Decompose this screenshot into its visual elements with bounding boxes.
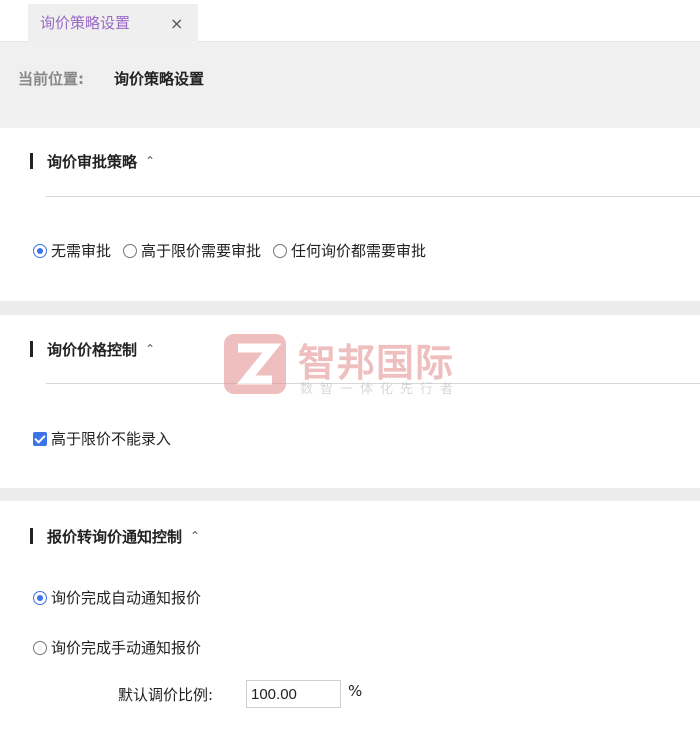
- radio-manual-notify-label[interactable]: 询价完成手动通知报价: [51, 637, 201, 658]
- section-header[interactable]: 询价审批策略 ⌃: [30, 150, 155, 172]
- checkbox-above-limit-block[interactable]: [33, 431, 47, 446]
- radio-auto-notify-label[interactable]: 询价完成自动通知报价: [51, 587, 201, 608]
- default-ratio-label: 默认调价比例:: [118, 686, 214, 704]
- radio-above-limit-approval[interactable]: [123, 243, 138, 258]
- section-marker: [30, 341, 33, 357]
- breadcrumb-prefix: 当前位置:: [18, 70, 84, 88]
- breadcrumb: 当前位置: 询价策略设置: [0, 42, 700, 128]
- notify-radio-auto-row: 询价完成自动通知报价: [33, 587, 213, 608]
- radio-auto-notify[interactable]: [33, 590, 47, 605]
- chevron-up-icon[interactable]: ⌃: [190, 529, 200, 543]
- chevron-up-icon[interactable]: ⌃: [145, 342, 155, 356]
- tab-bar: 询价策略设置 ×: [0, 0, 700, 42]
- radio-any-approval-label[interactable]: 任何询价都需要审批: [291, 240, 426, 261]
- radio-no-approval-label[interactable]: 无需审批: [51, 240, 111, 261]
- tab-label: 询价策略设置: [40, 14, 131, 32]
- section-title: 询价价格控制: [47, 340, 138, 359]
- divider: [46, 196, 700, 197]
- section-header[interactable]: 询价价格控制 ⌃: [30, 338, 155, 360]
- section-price-control: 询价价格控制 ⌃ 高于限价不能录入: [0, 315, 700, 488]
- radio-manual-notify[interactable]: [33, 640, 47, 655]
- section-title: 询价审批策略: [47, 152, 138, 171]
- price-control-checkbox-row: 高于限价不能录入: [33, 428, 183, 449]
- approval-radio-group: 无需审批 高于限价需要审批 任何询价都需要审批: [33, 240, 438, 261]
- breadcrumb-current: 询价策略设置: [114, 70, 205, 88]
- default-ratio-input[interactable]: [246, 680, 341, 708]
- close-icon[interactable]: ×: [170, 14, 183, 33]
- section-gap: [0, 488, 700, 501]
- section-marker: [30, 153, 33, 169]
- checkbox-above-limit-block-label[interactable]: 高于限价不能录入: [51, 428, 171, 449]
- section-approval-strategy: 询价审批策略 ⌃ 无需审批 高于限价需要审批 任何询价都需要审批: [0, 128, 700, 301]
- radio-above-limit-approval-label[interactable]: 高于限价需要审批: [141, 240, 261, 261]
- section-header[interactable]: 报价转询价通知控制 ⌃: [30, 525, 200, 547]
- notify-radio-manual-row: 询价完成手动通知报价: [33, 637, 213, 658]
- divider: [46, 383, 700, 384]
- section-gap: [0, 301, 700, 315]
- ratio-unit: %: [348, 682, 363, 700]
- tab-inquiry-strategy[interactable]: 询价策略设置 ×: [28, 4, 198, 42]
- section-title: 报价转询价通知控制: [47, 527, 183, 546]
- chevron-up-icon[interactable]: ⌃: [145, 154, 155, 168]
- radio-no-approval[interactable]: [33, 243, 47, 258]
- section-marker: [30, 528, 33, 544]
- radio-any-approval[interactable]: [273, 243, 288, 258]
